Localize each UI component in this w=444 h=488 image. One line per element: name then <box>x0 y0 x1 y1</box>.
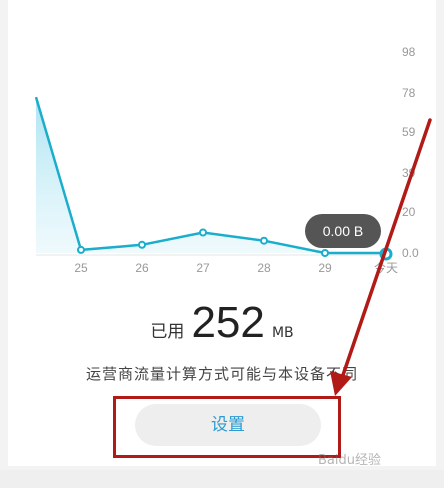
used-summary: 已用 252 MB <box>0 298 444 348</box>
x-tick-label: 28 <box>257 261 271 275</box>
usage-chart: 0.0 20 39 59 78 98 25 26 27 28 29 今天 <box>34 45 419 275</box>
x-tick-label: 26 <box>135 261 149 275</box>
x-tick-label: 29 <box>318 261 332 275</box>
used-label: 已用 <box>150 322 185 342</box>
today-point <box>379 247 393 261</box>
data-point <box>321 249 329 257</box>
bottom-divider <box>0 470 444 488</box>
annotation-box <box>113 396 341 458</box>
x-tick-label: 今天 <box>374 260 398 275</box>
used-value: 252 <box>191 298 265 347</box>
used-unit: MB <box>271 325 294 341</box>
y-tick-label: 0.0 <box>402 246 419 260</box>
x-tick-label: 25 <box>74 261 88 275</box>
y-tick-label: 78 <box>402 86 416 100</box>
usage-tooltip: 0.00 B <box>305 214 381 248</box>
data-point <box>260 236 268 245</box>
y-tick-label: 98 <box>402 45 416 59</box>
y-tick-label: 39 <box>402 166 416 180</box>
y-tick-label: 59 <box>402 125 416 139</box>
y-tick-label: 20 <box>402 205 416 219</box>
data-point <box>199 228 207 237</box>
data-point <box>138 240 146 249</box>
carrier-note: 运营商流量计算方式可能与本设备不同 <box>85 365 358 383</box>
data-point <box>77 245 85 254</box>
x-tick-label: 27 <box>196 261 210 275</box>
